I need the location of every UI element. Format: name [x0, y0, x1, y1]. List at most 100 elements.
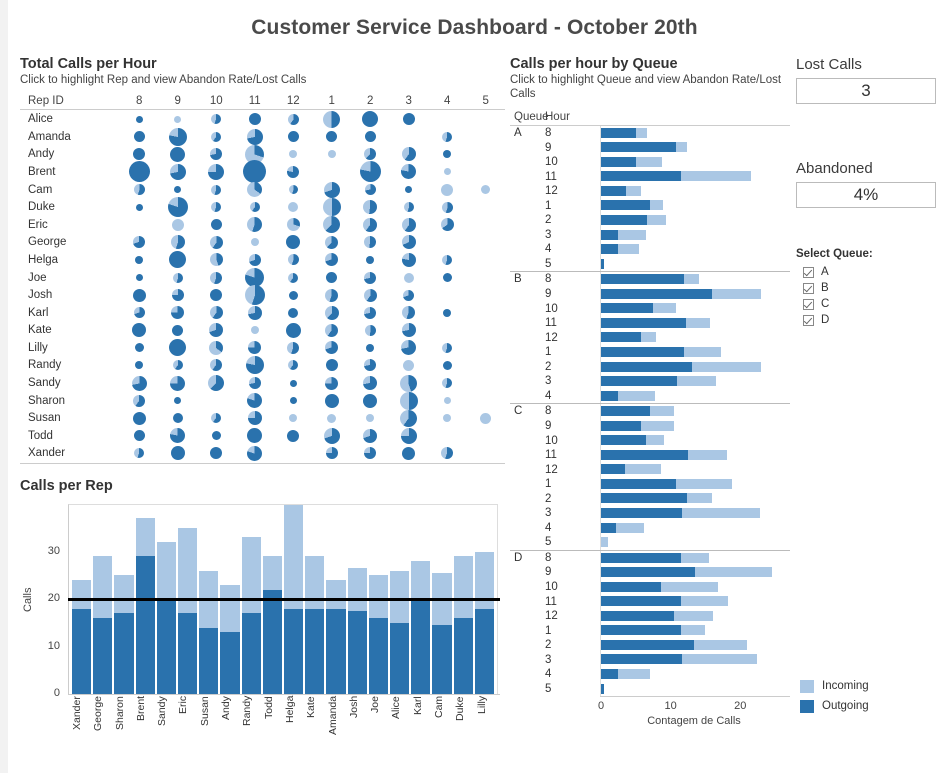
- bubble-cell[interactable]: [274, 128, 313, 146]
- bubble-cell[interactable]: [274, 322, 313, 340]
- queue-row[interactable]: 12: [510, 608, 790, 624]
- bubble-cell[interactable]: [313, 216, 352, 234]
- bubble-cell[interactable]: [236, 251, 275, 269]
- bubble-cell[interactable]: [428, 163, 467, 181]
- bubble-cell[interactable]: [390, 198, 429, 216]
- bubble-cell[interactable]: [313, 304, 352, 322]
- bubble-cell[interactable]: [236, 304, 275, 322]
- bubble-cell[interactable]: [467, 198, 506, 216]
- bubble-row[interactable]: Kate: [20, 322, 505, 340]
- bubble-cell[interactable]: [197, 234, 236, 252]
- bubble-cell[interactable]: [274, 251, 313, 269]
- bubble-cell[interactable]: [236, 445, 275, 463]
- queue-group-D[interactable]: D 8 9 10 11 12 1 2 3 4 5: [510, 550, 790, 697]
- bubble-cell[interactable]: [159, 146, 198, 164]
- bubble-cell[interactable]: [351, 198, 390, 216]
- bubble-cell[interactable]: [197, 409, 236, 427]
- bubble-row[interactable]: Eric: [20, 216, 505, 234]
- bubble-cell[interactable]: [428, 286, 467, 304]
- queue-row[interactable]: 9: [510, 286, 790, 302]
- queue-row[interactable]: 1: [510, 623, 790, 638]
- bubble-cell[interactable]: [428, 374, 467, 392]
- bubble-cell[interactable]: [236, 216, 275, 234]
- queue-group-C[interactable]: C 8 9 10 11 12 1 2 3 4 5: [510, 404, 790, 551]
- queue-row[interactable]: 12: [510, 462, 790, 477]
- bubble-cell[interactable]: [120, 128, 159, 146]
- bubble-cell[interactable]: [351, 357, 390, 375]
- bubble-row[interactable]: Todd: [20, 427, 505, 445]
- bubble-cell[interactable]: [120, 110, 159, 128]
- bubble-cell[interactable]: [120, 322, 159, 340]
- bubble-cell[interactable]: [274, 409, 313, 427]
- bubble-cell[interactable]: [467, 409, 506, 427]
- bubble-cell[interactable]: [313, 286, 352, 304]
- bubble-cell[interactable]: [197, 181, 236, 199]
- bubble-cell[interactable]: [236, 128, 275, 146]
- bubble-row[interactable]: Andy: [20, 144, 506, 164]
- bubble-cell[interactable]: [313, 322, 352, 340]
- bubble-cell[interactable]: [313, 357, 352, 375]
- bubble-cell[interactable]: [236, 181, 275, 199]
- bubble-cell[interactable]: [351, 339, 390, 357]
- bubble-cell[interactable]: [428, 392, 467, 410]
- bubble-cell[interactable]: [236, 374, 275, 392]
- bubble-cell[interactable]: [159, 216, 198, 234]
- bubble-cell[interactable]: [197, 304, 236, 322]
- bubble-cell[interactable]: [351, 445, 390, 463]
- queue-row[interactable]: 2: [510, 213, 790, 228]
- bubble-cell[interactable]: [197, 163, 236, 181]
- bubble-cell[interactable]: [159, 110, 198, 128]
- queue-row[interactable]: 5: [510, 681, 790, 697]
- bubble-cell[interactable]: [197, 392, 236, 410]
- bubble-cell[interactable]: [274, 146, 313, 164]
- bubble-cell[interactable]: [428, 251, 467, 269]
- bubble-cell[interactable]: [159, 322, 198, 340]
- queue-row[interactable]: 9: [510, 418, 790, 434]
- bubble-cell[interactable]: [428, 146, 467, 164]
- queue-row[interactable]: 12: [510, 330, 790, 345]
- bubble-row[interactable]: Alice: [20, 110, 505, 128]
- bubble-cell[interactable]: [428, 445, 467, 463]
- bubble-cell[interactable]: [467, 374, 506, 392]
- bubble-cell[interactable]: [351, 161, 390, 183]
- bubble-cell[interactable]: [428, 234, 467, 252]
- queue-row[interactable]: 5: [510, 535, 790, 550]
- bubble-cell[interactable]: [390, 234, 429, 252]
- bubble-cell[interactable]: [351, 251, 390, 269]
- bubble-cell[interactable]: [159, 339, 198, 357]
- bubble-cell[interactable]: [467, 146, 506, 164]
- bubble-cell[interactable]: [428, 409, 467, 427]
- bubble-row[interactable]: Amanda: [20, 127, 505, 146]
- bubble-cell[interactable]: [351, 181, 390, 199]
- bubble-row[interactable]: Duke: [20, 197, 506, 218]
- queue-row[interactable]: 10: [510, 433, 790, 448]
- queue-row[interactable]: 9: [510, 140, 790, 155]
- bubble-cell[interactable]: [390, 427, 429, 445]
- bubble-cell[interactable]: [236, 356, 275, 375]
- bubble-row[interactable]: Sandy: [20, 374, 505, 392]
- queue-row[interactable]: 10: [510, 579, 790, 595]
- queue-row[interactable]: 12: [510, 183, 790, 199]
- bubble-cell[interactable]: [120, 269, 159, 287]
- bubble-row[interactable]: Randy: [20, 356, 505, 375]
- bubble-cell[interactable]: [120, 304, 159, 322]
- bubble-cell[interactable]: [390, 357, 429, 375]
- bubble-cell[interactable]: [390, 128, 429, 146]
- queue-row[interactable]: 3: [510, 227, 790, 243]
- bubble-cell[interactable]: [467, 392, 506, 410]
- bubble-cell[interactable]: [313, 392, 352, 410]
- bubble-row[interactable]: Cam: [20, 181, 505, 199]
- bubble-cell[interactable]: [236, 322, 275, 340]
- bubble-row[interactable]: Karl: [20, 304, 505, 322]
- bubble-cell[interactable]: [274, 392, 313, 410]
- bubble-cell[interactable]: [236, 392, 275, 410]
- bubble-cell[interactable]: [428, 216, 467, 234]
- bubble-cell[interactable]: [351, 128, 390, 146]
- bubble-cell[interactable]: [313, 409, 352, 427]
- bubble-cell[interactable]: [313, 251, 352, 269]
- queue-row[interactable]: D8: [510, 550, 790, 566]
- bubble-cell[interactable]: [274, 286, 313, 304]
- bubble-row[interactable]: Helga: [20, 251, 505, 269]
- bubble-cell[interactable]: [467, 339, 506, 357]
- bubble-cell[interactable]: [467, 251, 506, 269]
